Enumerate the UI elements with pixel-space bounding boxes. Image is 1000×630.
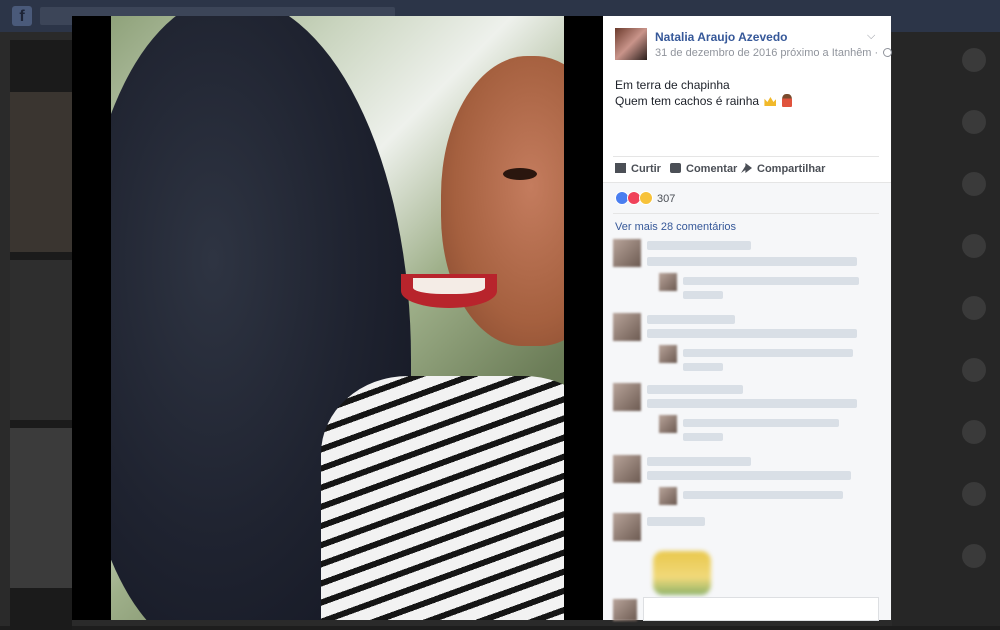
comment-blurred-text <box>647 315 735 324</box>
like-label: Curtir <box>631 163 661 175</box>
thumbs-up-icon <box>615 163 626 173</box>
facebook-logo-icon[interactable]: f <box>12 6 32 26</box>
comment-label: Comentar <box>686 163 738 175</box>
comment-avatar <box>613 313 641 341</box>
comment-blurred-text <box>647 457 751 466</box>
share-button[interactable]: Compartilhar <box>741 163 825 175</box>
chat-contact-avatar <box>962 420 986 444</box>
comment-blurred-text <box>683 277 859 285</box>
reactions-count[interactable]: 307 <box>657 193 675 205</box>
comment-blurred-text <box>683 363 723 371</box>
comment-blurred-text <box>683 433 723 441</box>
reply-avatar <box>659 345 677 363</box>
reply-avatar <box>659 487 677 505</box>
comment-avatar <box>613 239 641 267</box>
post-side-panel: Natalia Araujo Azevedo 31 de dezembro de… <box>603 16 893 621</box>
reply-avatar <box>659 273 677 291</box>
chat-contact-avatar <box>962 172 986 196</box>
comment-blurred-text <box>683 349 853 357</box>
divider <box>613 213 879 214</box>
share-arrow-icon <box>741 163 752 173</box>
background-post-image <box>10 260 72 420</box>
comment-blurred-text <box>647 385 743 394</box>
post-text: Em terra de chapinha Quem tem cachos é r… <box>615 77 792 109</box>
comment-blurred-text <box>647 257 857 266</box>
chat-contact-avatar <box>962 48 986 72</box>
chevron-down-icon[interactable]: ⌵ <box>867 30 875 43</box>
comment-blurred-text <box>647 471 851 480</box>
comment-bubble-icon <box>670 163 681 173</box>
author-avatar[interactable] <box>615 28 647 60</box>
comment-sticker <box>653 551 711 595</box>
share-label: Compartilhar <box>757 163 826 175</box>
post-meta: 31 de dezembro de 2016 próximo a Itanhêm… <box>655 47 893 59</box>
dancer-emoji-icon <box>781 94 792 107</box>
comment-avatar <box>613 513 641 541</box>
comment-blurred-text <box>683 291 723 299</box>
comment-blurred-text <box>647 517 705 526</box>
post-text-line-with-emoji: Quem tem cachos é rainha <box>615 93 792 109</box>
comment-avatar <box>613 455 641 483</box>
background-post-image <box>10 92 72 252</box>
post-text-line: Em terra de chapinha <box>615 78 730 92</box>
post-actions-bar: Curtir Comentar Compartilhar <box>613 156 879 180</box>
chat-contact-avatar <box>962 296 986 320</box>
comment-blurred-text <box>683 491 843 499</box>
chat-contact-avatar <box>962 358 986 382</box>
chat-contact-avatar <box>962 234 986 258</box>
comments-section: 307 Ver mais 28 comentários <box>603 182 891 621</box>
comment-blurred-text <box>647 241 751 250</box>
current-user-avatar <box>613 599 637 621</box>
chat-contact-avatar <box>962 110 986 134</box>
post-text-line: Quem tem cachos é rainha <box>615 94 760 108</box>
comment-avatar <box>613 383 641 411</box>
reply-avatar <box>659 415 677 433</box>
chat-contact-avatar <box>962 544 986 568</box>
view-more-comments-link[interactable]: Ver mais 28 comentários <box>615 221 736 233</box>
comment-input[interactable] <box>643 597 879 621</box>
comment-blurred-text <box>683 419 839 427</box>
comment-blurred-text <box>647 329 857 338</box>
chat-contact-avatar <box>962 482 986 506</box>
photo-eye <box>503 168 537 180</box>
background-post-image <box>10 428 72 588</box>
globe-icon <box>883 48 893 57</box>
author-name-link[interactable]: Natalia Araujo Azevedo <box>655 30 787 44</box>
comment-button[interactable]: Comentar <box>670 163 737 175</box>
wow-icon <box>639 191 653 205</box>
like-button[interactable]: Curtir <box>615 163 661 175</box>
photo-shirt <box>321 376 564 620</box>
photo-teeth <box>413 278 485 294</box>
comment-blurred-text <box>647 399 857 408</box>
post-photo[interactable] <box>111 16 564 620</box>
crown-emoji-icon <box>764 97 777 106</box>
post-date-location[interactable]: 31 de dezembro de 2016 próximo a Itanhêm… <box>655 47 878 59</box>
